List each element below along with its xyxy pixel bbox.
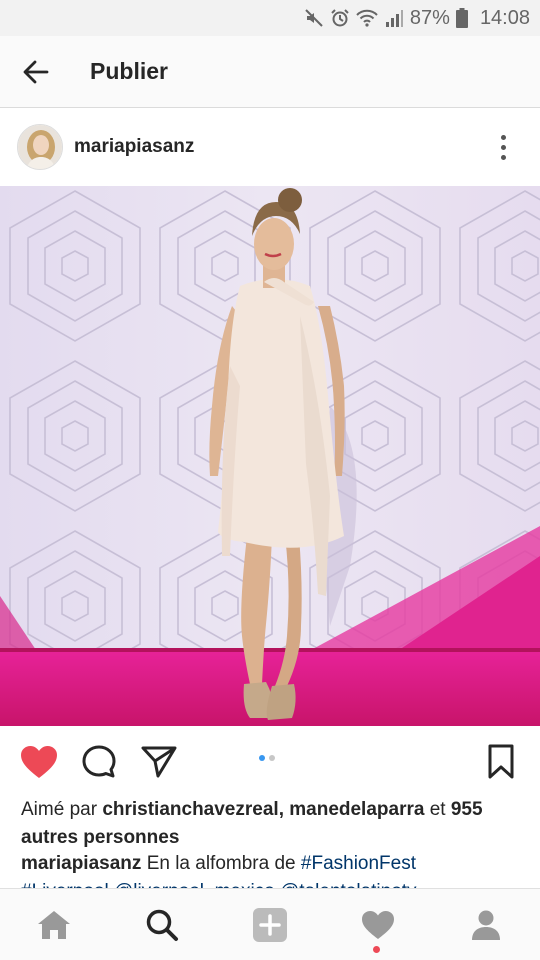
like-button[interactable] [18, 742, 60, 782]
likes-suffix[interactable]: autres personnes [21, 827, 179, 848]
comment-icon [82, 745, 116, 778]
home-icon [38, 911, 70, 939]
post-username[interactable]: mariapiasanz [74, 136, 194, 158]
battery-percent: 87% [409, 6, 450, 29]
carousel-dot-active [259, 755, 265, 761]
more-vertical-icon [500, 134, 506, 140]
nav-activity[interactable] [356, 903, 400, 947]
nav-profile[interactable] [464, 903, 508, 947]
liker-user2[interactable]: manedelaparra [289, 799, 424, 820]
arrow-left-icon [23, 60, 49, 84]
notification-dot [373, 946, 380, 953]
avatar-image [18, 125, 62, 169]
bookmark-icon [488, 744, 514, 779]
send-icon [141, 746, 177, 778]
share-button[interactable] [138, 742, 180, 782]
post-caption: mariapiasanz En la alfombra de #FashionF… [21, 850, 531, 890]
profile-icon [472, 910, 500, 940]
alarm-icon [331, 9, 349, 27]
back-button[interactable] [14, 50, 58, 94]
add-post-icon [253, 908, 287, 942]
nav-search[interactable] [140, 903, 184, 947]
nav-add-post[interactable] [248, 903, 292, 947]
avatar[interactable] [17, 124, 63, 170]
caption-username[interactable]: mariapiasanz [21, 853, 141, 874]
caption-hashtag[interactable]: #FashionFest [301, 853, 416, 874]
post-photo[interactable] [0, 186, 540, 726]
clock: 14:08 [479, 6, 530, 29]
likes-separator: , [278, 799, 284, 820]
app-header: Publier [0, 36, 540, 108]
likes-prefix: Aimé par [21, 799, 98, 820]
carousel-dot [269, 755, 275, 761]
comment-button[interactable] [78, 742, 120, 782]
post-actions [0, 726, 540, 796]
status-bar: 87% 14:08 [0, 0, 540, 36]
search-icon [146, 909, 178, 941]
likes-count[interactable]: 955 [451, 799, 483, 820]
status-icons: 87% 14:08 [304, 6, 530, 30]
post-photo-image [0, 186, 540, 726]
caption-text: En la alfombra de [146, 853, 296, 874]
liker-user1[interactable]: christianchavezreal [102, 799, 278, 820]
carousel-indicator [259, 755, 275, 761]
wifi-icon [356, 9, 378, 27]
activity-heart-icon [362, 911, 394, 939]
page-title: Publier [90, 58, 168, 84]
likes-summary[interactable]: Aimé par christianchavezreal, manedelapa… [21, 796, 521, 852]
heart-filled-icon [21, 746, 57, 778]
more-options-button[interactable] [488, 130, 518, 164]
battery-icon [455, 8, 468, 28]
likes-and: et [429, 799, 446, 820]
nav-home[interactable] [32, 903, 76, 947]
mute-icon [305, 9, 323, 27]
bottom-navigation [0, 888, 540, 960]
post-header: mariapiasanz [0, 108, 540, 186]
signal-icon [385, 10, 403, 27]
save-button[interactable] [480, 742, 522, 782]
